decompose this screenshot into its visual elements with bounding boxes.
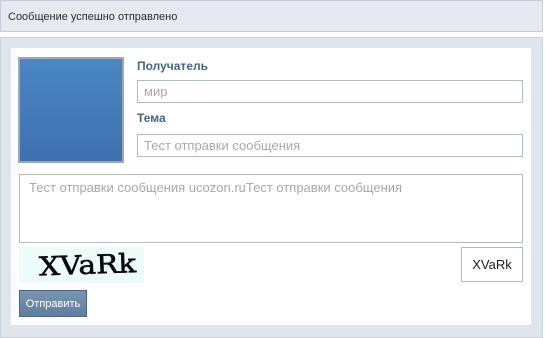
subject-input[interactable] <box>137 134 523 157</box>
captcha-image-text: XVaRk <box>39 249 137 282</box>
captcha-input[interactable] <box>461 247 523 282</box>
success-message: Сообщение успешно отправлено <box>8 11 178 23</box>
recipient-input[interactable] <box>137 80 523 103</box>
recipient-label: Получатель <box>137 59 208 73</box>
send-button[interactable]: Отправить <box>19 290 87 317</box>
message-textarea[interactable] <box>19 174 523 243</box>
recipient-avatar <box>18 57 124 163</box>
subject-label: Тема <box>137 111 166 125</box>
status-bar: Сообщение успешно отправлено <box>0 0 543 32</box>
captcha-image: XVaRk <box>19 247 144 283</box>
